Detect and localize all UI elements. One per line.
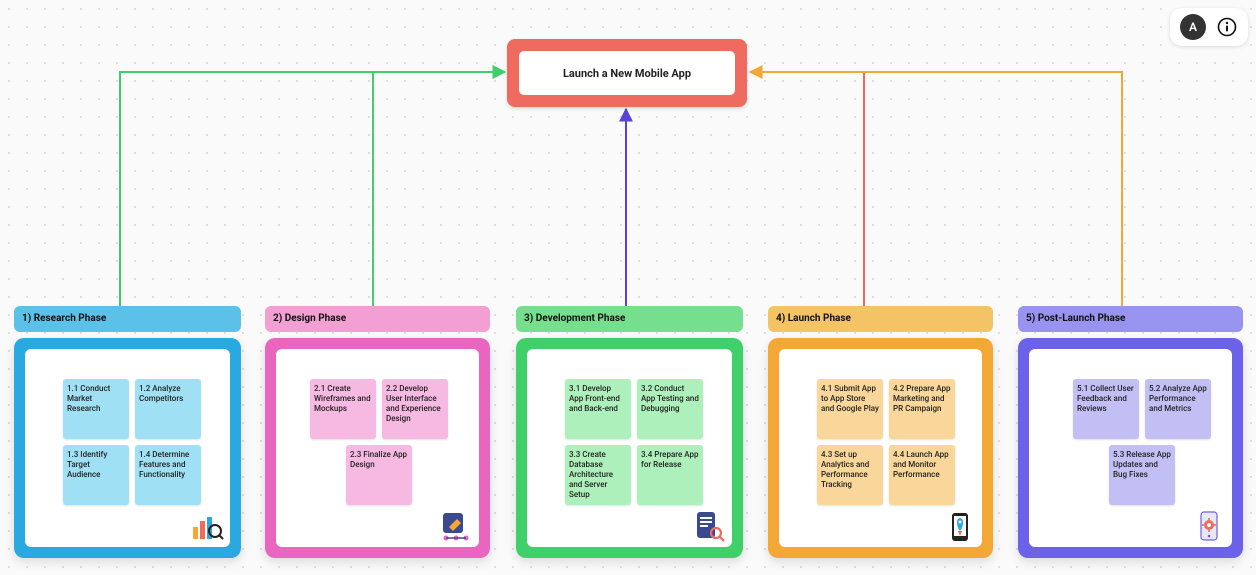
task-card[interactable]: 1.1 Conduct Market Research [63, 379, 129, 439]
phase-research[interactable]: 1) Research Phase 1.1 Conduct Market Res… [14, 306, 241, 558]
phone-gear-icon [1192, 509, 1226, 543]
task-card[interactable]: 2.1 Create Wireframes and Mockups [310, 379, 376, 439]
task-card[interactable]: 5.1 Collect User Feedback and Reviews [1073, 379, 1139, 439]
task-card[interactable]: 3.3 Create Database Architecture and Ser… [565, 445, 631, 505]
phase-post-launch-title: 5) Post-Launch Phase [1018, 306, 1243, 332]
task-card[interactable]: 2.3 Finalize App Design [346, 445, 412, 505]
root-node-title: Launch a New Mobile App [519, 51, 735, 95]
phase-design[interactable]: 2) Design Phase 2.1 Create Wireframes an… [265, 306, 490, 558]
avatar[interactable]: A [1180, 14, 1206, 40]
phase-launch[interactable]: 4) Launch Phase 4.1 Submit App to App St… [768, 306, 993, 558]
phase-post-launch[interactable]: 5) Post-Launch Phase 5.1 Collect User Fe… [1018, 306, 1243, 558]
task-card[interactable]: 4.4 Launch App and Monitor Performance [889, 445, 955, 505]
task-card[interactable]: 3.1 Develop App Front-end and Back-end [565, 379, 631, 439]
task-card[interactable]: 1.3 Identify Target Audience [63, 445, 129, 505]
root-node[interactable]: Launch a New Mobile App [507, 39, 747, 107]
analytics-icon [190, 509, 224, 543]
task-card[interactable]: 4.3 Set up Analytics and Performance Tra… [817, 445, 883, 505]
info-icon[interactable] [1216, 16, 1238, 38]
clipboard-search-icon [692, 509, 726, 543]
top-toolbar: A [1170, 8, 1248, 46]
phase-research-title: 1) Research Phase [14, 306, 241, 332]
task-card[interactable]: 4.1 Submit App to App Store and Google P… [817, 379, 883, 439]
phase-development[interactable]: 3) Development Phase 3.1 Develop App Fro… [516, 306, 743, 558]
rocket-phone-icon [942, 509, 976, 543]
design-tool-icon [439, 509, 473, 543]
task-card[interactable]: 5.3 Release App Updates and Bug Fixes [1109, 445, 1175, 505]
task-card[interactable]: 5.2 Analyze App Performance and Metrics [1145, 379, 1211, 439]
task-card[interactable]: 4.2 Prepare App Marketing and PR Campaig… [889, 379, 955, 439]
phase-launch-title: 4) Launch Phase [768, 306, 993, 332]
task-card[interactable]: 3.2 Conduct App Testing and Debugging [637, 379, 703, 439]
task-card[interactable]: 1.4 Determine Features and Functionality [135, 445, 201, 505]
task-card[interactable]: 1.2 Analyze Competitors [135, 379, 201, 439]
phase-development-title: 3) Development Phase [516, 306, 743, 332]
task-card[interactable]: 2.2 Develop User Interface and Experienc… [382, 379, 448, 439]
task-card[interactable]: 3.4 Prepare App for Release [637, 445, 703, 505]
whiteboard-canvas[interactable]: Launch a New Mobile App 1) Research Phas… [0, 0, 1256, 575]
phase-design-title: 2) Design Phase [265, 306, 490, 332]
